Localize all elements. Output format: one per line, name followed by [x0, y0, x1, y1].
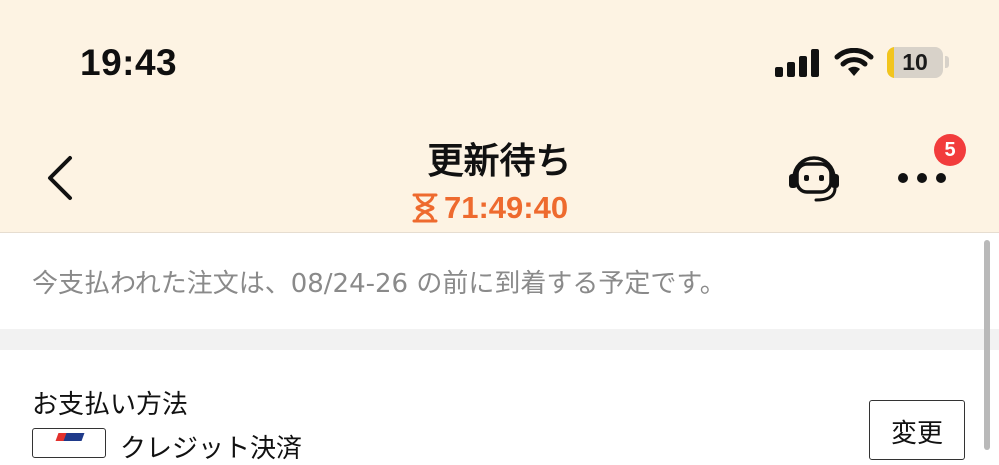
scrollbar[interactable] — [984, 240, 990, 450]
battery-indicator: 10 — [887, 47, 943, 78]
payment-section: お支払い方法 変更 クレジット決済 — [0, 350, 999, 464]
payment-method-name: クレジット決済 — [120, 434, 303, 464]
wifi-icon — [834, 48, 874, 76]
payment-method-label: お支払い方法 — [32, 390, 189, 420]
delivery-notice: 今支払われた注文は、08/24-26 の前に到着する予定です。 — [0, 233, 999, 329]
delivery-notice-text: 今支払われた注文は、08/24-26 の前に到着する予定です。 — [32, 269, 726, 299]
change-payment-button[interactable]: 変更 — [869, 400, 965, 460]
hourglass-icon — [412, 193, 438, 223]
cellular-signal-icon — [775, 49, 819, 77]
page-title: 更新待ち — [427, 141, 572, 182]
section-divider — [0, 329, 999, 350]
headset-robot-icon[interactable] — [786, 150, 842, 204]
countdown-timer: 71:49:40 — [412, 190, 568, 226]
countdown-text: 71:49:40 — [444, 190, 569, 225]
credit-card-icon — [32, 428, 106, 458]
header-area: 19:43 10 更新待ち 71:49:40 5 — [0, 0, 999, 233]
battery-tip — [945, 56, 949, 68]
notification-badge: 5 — [934, 134, 966, 166]
status-time: 19:43 — [80, 42, 178, 83]
battery-level: 10 — [902, 49, 928, 75]
